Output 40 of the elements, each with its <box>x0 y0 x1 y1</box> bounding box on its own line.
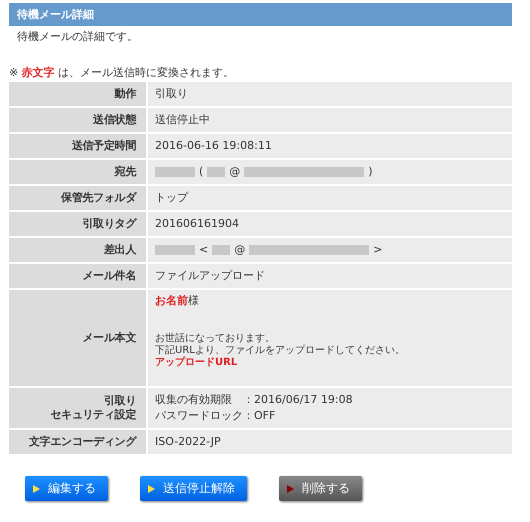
note-text: ※ 赤文字 は、メール送信時に変換されます。 <box>9 65 236 81</box>
redacted-block <box>207 167 226 177</box>
redacted-block <box>155 245 195 255</box>
description-text: 待機メールの詳細です。 <box>16 29 139 45</box>
row-label: 引取り セキュリティ設定 <box>9 388 146 428</box>
row-label: 動作 <box>9 82 146 106</box>
row-label: 引取りタグ <box>9 212 146 236</box>
field-value: 201606161904 <box>155 217 239 231</box>
field-value: ( <box>199 165 204 179</box>
play-icon <box>287 484 294 492</box>
field-value: 2016-06-16 19:08:11 <box>155 139 272 153</box>
redacted-block <box>155 167 195 177</box>
redacted-block <box>212 245 230 255</box>
mail-body-text: お名前様 お世話になっております。 下記URLより、ファイルをアップロードしてください。 アップロードURL <box>155 295 405 370</box>
field-value: 送信停止中 <box>155 113 210 127</box>
row-label: 差出人 <box>9 238 146 262</box>
row-label: 宛先 <box>9 160 146 184</box>
field-value: ファイルアップロード <box>155 269 265 283</box>
field-value: @ <box>229 165 240 179</box>
row-label: 文字エンコーディング <box>9 430 146 454</box>
row-label: 送信予定時間 <box>9 134 146 158</box>
play-icon <box>33 484 40 492</box>
row-label: メール本文 <box>9 290 146 386</box>
action-button[interactable]: 送信停止解除 <box>140 476 247 501</box>
field-value: > <box>373 243 382 257</box>
action-button[interactable]: 削除する <box>279 476 362 501</box>
row-label: 保管先フォルダ <box>9 186 146 210</box>
field-value: パスワードロック：OFF <box>155 409 276 423</box>
play-icon <box>148 484 155 492</box>
panel-title: 待機メール詳細 <box>9 3 512 26</box>
field-value: @ <box>234 243 246 257</box>
field-value: 収集の有効期限 ：2016/06/17 19:08 <box>155 393 353 407</box>
field-value: トップ <box>155 191 188 205</box>
row-label: 送信状態 <box>9 108 146 132</box>
action-button[interactable]: 編集する <box>25 476 108 501</box>
field-value: ) <box>368 165 373 179</box>
row-label: メール件名 <box>9 264 146 288</box>
field-value: 引取り <box>155 87 188 101</box>
field-value: < <box>199 243 208 257</box>
field-value: ISO-2022-JP <box>155 435 221 449</box>
